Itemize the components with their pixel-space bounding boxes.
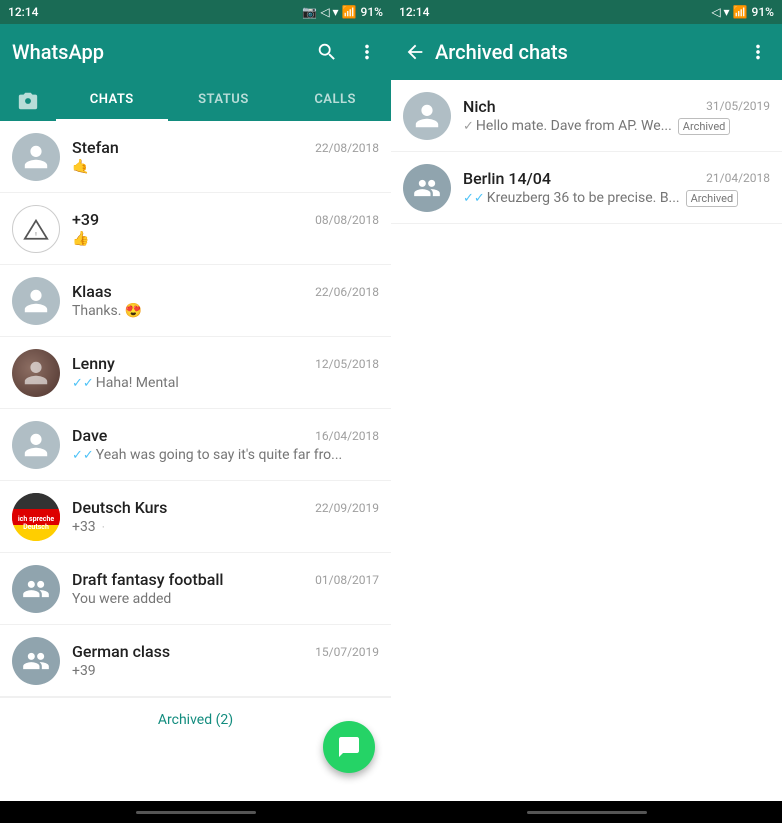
chat-name-lenny: Lenny bbox=[72, 354, 115, 373]
chat-content-klaas: Klaas 22/06/2018 Thanks. 😍 bbox=[72, 282, 379, 319]
time-left: 12:14 bbox=[8, 5, 38, 19]
chat-name-draft: Draft fantasy football bbox=[72, 570, 223, 589]
main-header: WhatsApp bbox=[0, 24, 391, 80]
tab-camera[interactable] bbox=[0, 80, 56, 121]
chat-name-klaas: Klaas bbox=[72, 282, 112, 301]
avatar-klaas bbox=[12, 277, 60, 325]
chat-item-lenny[interactable]: Lenny 12/05/2018 ✓✓ Haha! Mental bbox=[0, 337, 391, 409]
back-button[interactable] bbox=[403, 40, 427, 64]
chat-date-german: 15/07/2019 bbox=[315, 645, 379, 659]
tab-chats[interactable]: CHATS bbox=[56, 80, 168, 121]
archived-header: Archived chats bbox=[391, 24, 782, 80]
archived-more-options[interactable] bbox=[746, 40, 770, 64]
chat-name-dave: Dave bbox=[72, 426, 107, 445]
chat-item-draft[interactable]: Draft fantasy football 01/08/2017 You we… bbox=[0, 553, 391, 625]
chat-item-deutsch[interactable]: ich spreche Deutsch Deutsch Kurs 22/09/2… bbox=[0, 481, 391, 553]
bottom-bar-left bbox=[0, 801, 391, 823]
avatar-nich bbox=[403, 92, 451, 140]
chat-content-39: +39 08/08/2018 👍 bbox=[72, 210, 379, 247]
chat-name-german: German class bbox=[72, 642, 170, 661]
chat-date-nich: 31/05/2019 bbox=[706, 99, 770, 113]
archived-tag-nich: Archived bbox=[678, 118, 731, 135]
avatar-stefan bbox=[12, 133, 60, 181]
chat-content-lenny: Lenny 12/05/2018 ✓✓ Haha! Mental bbox=[72, 354, 379, 391]
chat-preview-lenny: ✓✓ Haha! Mental bbox=[72, 375, 379, 391]
chat-preview-deutsch: +33 · bbox=[72, 519, 379, 535]
chat-date-stefan: 22/08/2018 bbox=[315, 141, 379, 155]
chat-name-39: +39 bbox=[72, 210, 99, 229]
chat-name-deutsch: Deutsch Kurs bbox=[72, 498, 167, 517]
battery-left: 91% bbox=[361, 5, 383, 19]
tab-calls[interactable]: CALLS bbox=[279, 80, 391, 121]
chat-item-dave[interactable]: Dave 16/04/2018 ✓✓ Yeah was going to say… bbox=[0, 409, 391, 481]
double-check-dave: ✓✓ bbox=[72, 448, 94, 463]
chat-date-berlin: 21/04/2018 bbox=[706, 171, 770, 185]
avatar-lenny bbox=[12, 349, 60, 397]
archived-tag-berlin: Archived bbox=[686, 190, 739, 207]
search-button[interactable] bbox=[315, 40, 339, 64]
svg-text:!: ! bbox=[35, 232, 37, 238]
chat-preview-german: +39 bbox=[72, 663, 379, 679]
bottom-bar-right bbox=[391, 801, 782, 823]
chat-content-dave: Dave 16/04/2018 ✓✓ Yeah was going to say… bbox=[72, 426, 379, 463]
chat-preview-draft: You were added bbox=[72, 591, 379, 607]
avatar-berlin bbox=[403, 164, 451, 212]
avatar-39: ! bbox=[12, 205, 60, 253]
chat-content-draft: Draft fantasy football 01/08/2017 You we… bbox=[72, 570, 379, 607]
chat-name-berlin: Berlin 14/04 bbox=[463, 169, 551, 188]
chat-date-dave: 16/04/2018 bbox=[315, 429, 379, 443]
time-right: 12:14 bbox=[399, 5, 429, 19]
left-panel: 12:14 📷 ◁ ▾ 📶 91% WhatsApp bbox=[0, 0, 391, 823]
chat-content-berlin: Berlin 14/04 21/04/2018 ✓✓ Kreuzberg 36 … bbox=[463, 169, 770, 207]
status-icons-left: 📷 ◁ ▾ 📶 bbox=[302, 5, 356, 19]
app-title: WhatsApp bbox=[12, 40, 307, 64]
chat-name-stefan: Stefan bbox=[72, 138, 119, 157]
chat-name-nich: Nich bbox=[463, 97, 496, 116]
status-icons-right: ◁ ▾ 📶 bbox=[711, 5, 747, 19]
chat-preview-dave: ✓✓ Yeah was going to say it's quite far … bbox=[72, 447, 379, 463]
avatar-draft bbox=[12, 565, 60, 613]
chat-preview-berlin: ✓✓ Kreuzberg 36 to be precise. B... Arch… bbox=[463, 190, 770, 207]
chat-content-nich: Nich 31/05/2019 ✓ Hello mate. Dave from … bbox=[463, 97, 770, 135]
compose-fab[interactable] bbox=[323, 721, 375, 773]
chat-item-stefan[interactable]: Stefan 22/08/2018 🤙 bbox=[0, 121, 391, 193]
chat-preview-klaas: Thanks. 😍 bbox=[72, 303, 379, 319]
chat-date-lenny: 12/05/2018 bbox=[315, 357, 379, 371]
tabs-bar: CHATS STATUS CALLS bbox=[0, 80, 391, 121]
chat-preview-stefan: 🤙 bbox=[72, 159, 379, 175]
archived-chat-list: Nich 31/05/2019 ✓ Hello mate. Dave from … bbox=[391, 80, 782, 801]
chat-content-deutsch: Deutsch Kurs 22/09/2019 +33 · bbox=[72, 498, 379, 535]
battery-right: 91% bbox=[752, 5, 774, 19]
chat-preview-39: 👍 bbox=[72, 231, 379, 247]
archived-chat-nich[interactable]: Nich 31/05/2019 ✓ Hello mate. Dave from … bbox=[391, 80, 782, 152]
chat-item-klaas[interactable]: Klaas 22/06/2018 Thanks. 😍 bbox=[0, 265, 391, 337]
more-options-button[interactable] bbox=[355, 40, 379, 64]
chat-content-stefan: Stefan 22/08/2018 🤙 bbox=[72, 138, 379, 175]
chat-date-draft: 01/08/2017 bbox=[315, 573, 379, 587]
chat-item-39[interactable]: ! +39 08/08/2018 👍 bbox=[0, 193, 391, 265]
chat-date-39: 08/08/2018 bbox=[315, 213, 379, 227]
chat-item-german[interactable]: German class 15/07/2019 +39 bbox=[0, 625, 391, 697]
right-panel: 12:14 ◁ ▾ 📶 91% Archived chats bbox=[391, 0, 782, 823]
status-bar-left: 12:14 📷 ◁ ▾ 📶 91% bbox=[0, 0, 391, 24]
chat-list: Stefan 22/08/2018 🤙 ! +39 08/08/2018 bbox=[0, 121, 391, 801]
chat-date-deutsch: 22/09/2019 bbox=[315, 501, 379, 515]
avatar-dave bbox=[12, 421, 60, 469]
status-bar-right: 12:14 ◁ ▾ 📶 91% bbox=[391, 0, 782, 24]
chat-content-german: German class 15/07/2019 +39 bbox=[72, 642, 379, 679]
double-check-lenny: ✓✓ bbox=[72, 376, 94, 391]
chat-date-klaas: 22/06/2018 bbox=[315, 285, 379, 299]
avatar-deutsch: ich spreche Deutsch bbox=[12, 493, 60, 541]
archived-title: Archived chats bbox=[435, 40, 738, 64]
double-tick-berlin: ✓✓ bbox=[463, 191, 485, 206]
tick-nich: ✓ bbox=[463, 119, 474, 134]
chat-preview-nich: ✓ Hello mate. Dave from AP. We... Archiv… bbox=[463, 118, 770, 135]
tab-status[interactable]: STATUS bbox=[168, 80, 280, 121]
archived-chat-berlin[interactable]: Berlin 14/04 21/04/2018 ✓✓ Kreuzberg 36 … bbox=[391, 152, 782, 224]
avatar-german bbox=[12, 637, 60, 685]
